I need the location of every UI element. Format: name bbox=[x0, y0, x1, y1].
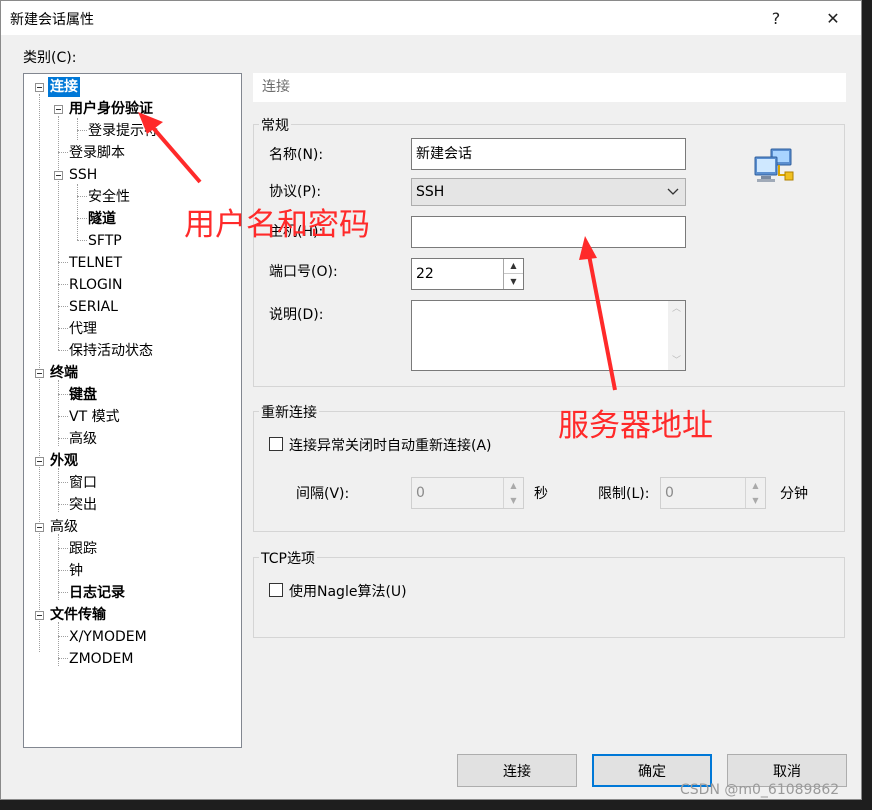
watermark: CSDN @m0_61089862 bbox=[680, 782, 840, 798]
annotation-arrow-server bbox=[586, 249, 617, 391]
annotation-server: 服务器地址 bbox=[558, 408, 713, 444]
annotation-arrowhead-server bbox=[579, 236, 597, 260]
annotation-arrows bbox=[138, 112, 617, 391]
annotation-arrowhead-credentials bbox=[138, 112, 163, 134]
annotation-credentials: 用户名和密码 bbox=[184, 207, 370, 243]
annotation-arrow-credentials bbox=[146, 120, 202, 184]
